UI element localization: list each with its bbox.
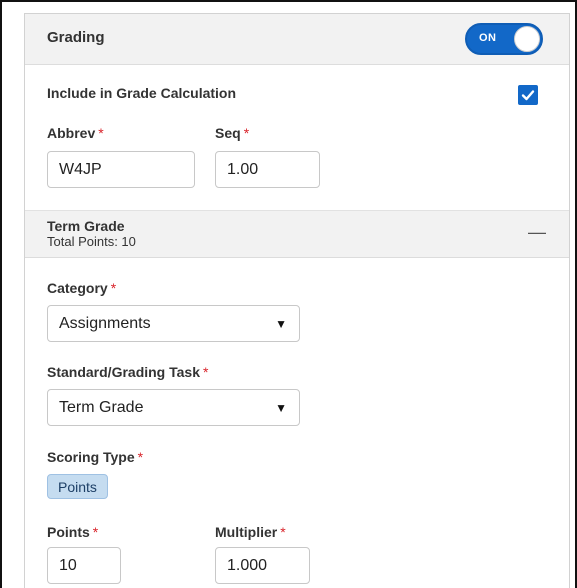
- include-in-grade-checkbox[interactable]: [518, 85, 538, 105]
- term-grade-section: Term Grade Total Points: 10 —: [25, 210, 569, 258]
- term-grade-title: Term Grade: [47, 218, 125, 234]
- category-value: Assignments: [59, 315, 151, 332]
- caret-down-icon: ▼: [275, 317, 287, 331]
- grading-header: Grading ON: [25, 14, 569, 65]
- required-marker: *: [243, 125, 250, 141]
- toggle-label: ON: [479, 32, 497, 44]
- standard-value: Term Grade: [59, 399, 144, 416]
- scoring-type-badge[interactable]: Points: [47, 474, 108, 499]
- caret-down-icon: ▼: [275, 401, 287, 415]
- collapse-icon[interactable]: —: [528, 223, 546, 241]
- include-in-grade-label: Include in Grade Calculation: [47, 85, 237, 101]
- scoring-type-label: Scoring Type *: [47, 449, 144, 465]
- seq-label: Seq *: [215, 125, 250, 141]
- abbrev-label: Abbrev *: [47, 125, 104, 141]
- checkmark-icon: [521, 90, 535, 101]
- total-points-text: Total Points: 10: [47, 234, 136, 249]
- points-input[interactable]: 10: [47, 547, 121, 584]
- grading-toggle[interactable]: ON: [465, 23, 543, 55]
- seq-input[interactable]: 1.00: [215, 151, 320, 188]
- required-marker: *: [280, 524, 286, 540]
- multiplier-label: Multiplier *: [215, 524, 286, 540]
- toggle-knob: [514, 26, 540, 52]
- category-label: Category *: [47, 280, 117, 296]
- required-marker: *: [92, 524, 99, 540]
- standard-label: Standard/Grading Task *: [47, 364, 209, 380]
- required-marker: *: [203, 364, 209, 380]
- required-marker: *: [98, 125, 104, 141]
- category-select[interactable]: Assignments ▼: [47, 305, 300, 342]
- required-marker: *: [110, 280, 117, 296]
- grading-panel: Grading ON Include in Grade Calculation …: [24, 13, 570, 588]
- required-marker: *: [137, 449, 144, 465]
- points-label: Points *: [47, 524, 99, 540]
- multiplier-input[interactable]: 1.000: [215, 547, 310, 584]
- standard-select[interactable]: Term Grade ▼: [47, 389, 300, 426]
- abbrev-input[interactable]: W4JP: [47, 151, 195, 188]
- grading-title: Grading: [47, 29, 105, 46]
